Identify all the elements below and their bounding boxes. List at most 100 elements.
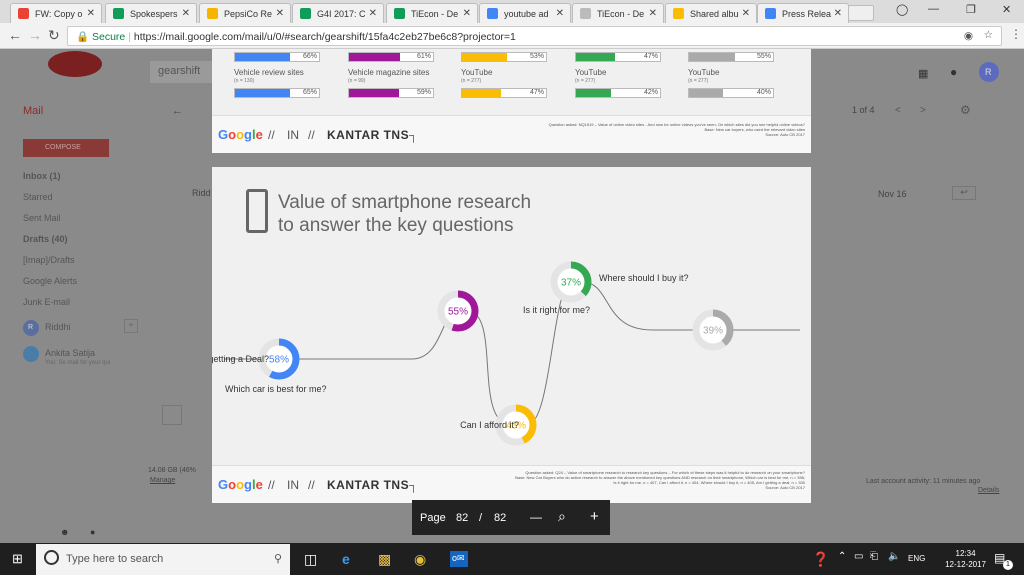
edge-icon[interactable]: e — [342, 551, 350, 567]
chat-user[interactable]: Riddhi — [45, 322, 71, 332]
forward-icon[interactable]: → — [28, 27, 42, 43]
file-explorer-icon[interactable]: ▩ — [378, 551, 391, 568]
tab-label: youtube ad — [504, 9, 549, 19]
tab-8[interactable]: Press Relea ✕ — [757, 3, 849, 23]
account-avatar[interactable]: R — [979, 62, 999, 82]
tab-close-icon[interactable]: ✕ — [556, 8, 564, 19]
bar-label-n: (n = 277) — [688, 78, 709, 84]
windows-start-icon[interactable]: ⊞ — [12, 551, 23, 567]
tab-close-icon[interactable]: ✕ — [182, 8, 190, 19]
minimize-icon[interactable]: — — [928, 3, 939, 15]
google-icon — [487, 8, 498, 19]
next-icon[interactable]: > — [920, 105, 926, 116]
taskbar-search[interactable]: Type here to search ⚲ — [36, 544, 290, 575]
bar: 66% — [234, 52, 320, 62]
bar-fill — [235, 53, 291, 61]
tab-label: FW: Copy o — [35, 9, 83, 19]
search-text: gearshift — [158, 65, 201, 77]
ring-value: 37% — [561, 278, 581, 289]
eye-icon[interactable]: ◉ — [964, 30, 973, 42]
network-icon[interactable]: ⎗ — [870, 551, 878, 562]
tab-close-icon[interactable]: ✕ — [463, 8, 471, 19]
tab-close-icon[interactable]: ✕ — [276, 8, 284, 19]
mail-label[interactable]: Mail — [23, 105, 43, 117]
tab-close-icon[interactable]: ✕ — [87, 8, 95, 19]
person-icon[interactable]: ☻ — [60, 527, 69, 537]
zoom-icon[interactable]: ⌕ — [558, 508, 566, 525]
bar-fill — [576, 89, 612, 97]
zoom-out-icon[interactable]: — — [530, 510, 542, 524]
slide-footer-2: Google // IN // KANTAR TNS┐ Question ask… — [212, 465, 811, 503]
logo-sep-3: // — [268, 478, 275, 492]
new-tab-button[interactable] — [848, 5, 874, 21]
sidebar-item[interactable]: Google Alerts — [23, 276, 77, 286]
pagination: 1 of 4 — [852, 105, 875, 115]
tab-3[interactable]: G4I 2017: C ✕ — [292, 3, 384, 23]
sidebar-item[interactable]: [Imap]/Drafts — [23, 255, 75, 265]
manage-link[interactable]: Manage — [150, 477, 175, 484]
back-arrow-icon[interactable]: ← — [172, 105, 183, 117]
reload-icon[interactable]: ↻ — [48, 27, 60, 44]
page-sep: / — [479, 512, 483, 524]
sidebar-item[interactable]: Drafts (40) — [23, 234, 68, 244]
step-label: Which car is best for me? — [225, 384, 327, 394]
notification-count: 1 — [1003, 560, 1013, 570]
logo-in: IN — [287, 128, 299, 142]
tab-close-icon[interactable]: ✕ — [742, 8, 750, 19]
restore-icon[interactable]: ❐ — [966, 3, 976, 16]
sidebar-item[interactable]: Sent Mail — [23, 213, 61, 223]
language-indicator[interactable]: ENG — [908, 554, 925, 563]
tab-close-icon[interactable]: ✕ — [834, 8, 842, 19]
address-bar-row: ← → ↻ 🔒 Secure | https://mail.google.com… — [0, 23, 1024, 49]
tab-2[interactable]: PepsiCo Re ✕ — [199, 3, 291, 23]
apps-grid-icon[interactable]: ▦ — [918, 67, 928, 80]
hangouts-icon[interactable]: ● — [90, 527, 95, 537]
task-view-icon[interactable]: ◫ — [304, 551, 317, 568]
search-box[interactable]: gearshift — [150, 61, 215, 83]
clock[interactable]: 12:34 12-12-2017 — [945, 548, 986, 570]
bar-value: 59% — [416, 89, 431, 96]
sidebar-item[interactable]: Inbox (1) — [23, 171, 61, 181]
settings-gear-icon[interactable]: ⚙ — [960, 103, 971, 117]
prev-icon[interactable]: < — [895, 105, 901, 116]
display-icon[interactable]: ▭ — [854, 551, 863, 562]
step-label: Where should I buy it? — [599, 273, 689, 283]
menu-icon[interactable]: ⋮ — [1010, 27, 1022, 41]
url-input[interactable]: 🔒 Secure | https://mail.google.com/mail/… — [67, 26, 1002, 46]
mic-icon[interactable]: ⚲ — [274, 552, 282, 565]
reply-icon[interactable]: ↩ — [952, 186, 976, 200]
tab-5[interactable]: youtube ad ✕ — [479, 3, 571, 23]
tab-7[interactable]: Shared albu ✕ — [665, 3, 757, 23]
tab-close-icon[interactable]: ✕ — [649, 8, 657, 19]
chrome-icon[interactable]: ◉ — [414, 551, 426, 568]
tab-0[interactable]: FW: Copy o ✕ — [10, 3, 102, 23]
sidebar-item[interactable]: Starred — [23, 192, 53, 202]
bar-value: 42% — [643, 89, 658, 96]
ring-value: 39% — [703, 326, 723, 337]
tab-close-icon[interactable]: ✕ — [369, 8, 377, 19]
zoom-in-icon[interactable]: + — [590, 508, 599, 525]
outlook-icon[interactable]: o✉ — [450, 551, 468, 567]
tab-1[interactable]: Spokespers ✕ — [105, 3, 197, 23]
avatar-2 — [23, 346, 39, 362]
tray-arrow-icon[interactable]: ⌃ — [838, 551, 846, 562]
back-icon[interactable]: ← — [8, 27, 22, 43]
close-window-icon[interactable]: ✕ — [1002, 3, 1011, 16]
volume-icon[interactable]: 🔈 — [888, 551, 900, 562]
sidebar-item[interactable]: Junk E-mail — [23, 297, 70, 307]
reply-box[interactable] — [162, 405, 182, 425]
tab-4[interactable]: TiEcon - De ✕ — [386, 3, 478, 23]
profile-icon[interactable]: ◯ — [896, 3, 908, 16]
details-link[interactable]: Details — [978, 487, 999, 494]
help-icon[interactable]: ❓ — [812, 551, 829, 568]
chat-user-2[interactable]: Ankita Satija — [45, 348, 95, 358]
page-number[interactable]: 82 — [456, 512, 468, 524]
compose-button[interactable]: COMPOSE — [23, 139, 109, 157]
bar-fill — [235, 89, 290, 97]
star-icon[interactable]: ☆ — [984, 29, 993, 41]
kantar-logo: KANTAR TNS┐ — [327, 128, 419, 142]
add-chat-icon[interactable]: + — [124, 319, 138, 333]
sheets-icon — [394, 8, 405, 19]
tab-6[interactable]: TiEcon - De ✕ — [572, 3, 664, 23]
notifications-icon[interactable]: ● — [950, 65, 957, 79]
